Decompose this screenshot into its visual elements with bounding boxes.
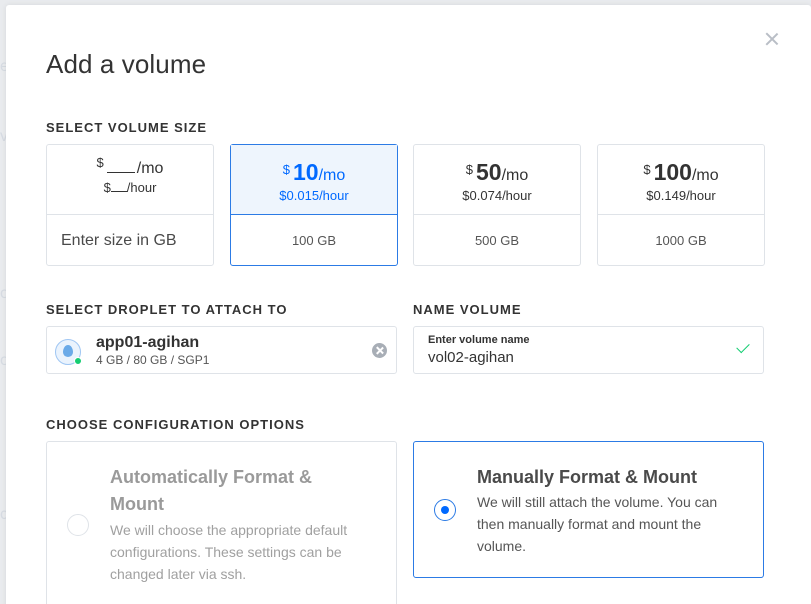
radio-button[interactable] [67,514,89,536]
per-hour-label: /hour [502,188,532,203]
close-icon[interactable] [762,29,782,49]
clear-icon[interactable] [372,343,387,358]
currency-symbol: $ [465,162,473,177]
volume-name-label: Enter volume name [428,334,530,346]
blank-hourly [110,182,127,192]
size-option-1000gb[interactable]: $ 100 /mo $0.149/hour 1000 GB [597,144,765,266]
droplet-spec: 4 GB / 80 GB / SGP1 [96,353,210,367]
per-month-label: /mo [501,167,529,184]
config-option-auto[interactable]: Automatically Format & Mount We will cho… [46,441,397,604]
monthly-price: 10 [292,159,319,185]
hourly-price: $0.074 [462,188,503,203]
monthly-price: 50 [475,159,502,185]
size-option-custom[interactable]: $ /mo $ /hour [46,144,214,266]
option-description: We will still attach the volume. You can… [477,494,718,554]
per-hour-label: /hour [686,188,716,203]
monthly-price: 100 [653,159,692,185]
currency-symbol: $ [282,162,290,177]
blank-amount [106,159,135,173]
radio-button[interactable] [434,499,456,521]
custom-size-input[interactable] [61,231,201,250]
hour-currency: $ [103,180,111,195]
per-hour-label: /hour [126,180,157,195]
currency-symbol: $ [96,155,104,170]
per-month-label: /mo [691,167,719,184]
volume-name-input[interactable] [428,349,718,366]
size-label: 1000 GB [655,233,707,248]
hourly-price: $0.015 [279,188,320,203]
size-label: 100 GB [291,233,337,248]
option-description: We will choose the appropriate default c… [110,522,348,582]
size-label: 500 GB [474,233,520,248]
config-option-manual[interactable]: Manually Format & Mount We will still at… [413,441,764,578]
config-section-label: CHOOSE CONFIGURATION OPTIONS [46,417,305,432]
droplet-icon [55,339,82,365]
droplet-name: app01-agihan [96,334,200,351]
option-title: Automatically Format & Mount [110,467,313,514]
option-title: Manually Format & Mount [477,467,697,487]
per-month-label: /mo [136,160,164,177]
droplet-section-label: SELECT DROPLET TO ATTACH TO [46,302,288,317]
per-hour-label: /hour [319,188,349,203]
size-option-100gb[interactable]: $ 10 /mo $0.015/hour 100 GB [230,144,398,266]
checkmark-icon [736,339,750,354]
per-month-label: /mo [318,167,346,184]
status-dot [74,357,82,365]
droplet-selector[interactable]: app01-agihan 4 GB / 80 GB / SGP1 [46,326,397,374]
size-section-label: SELECT VOLUME SIZE [46,120,208,135]
currency-symbol: $ [643,162,651,177]
size-option-500gb[interactable]: $ 50 /mo $0.074/hour 500 GB [413,144,581,266]
hourly-price: $0.149 [646,188,687,203]
volume-name-field[interactable]: Enter volume name [413,326,764,374]
add-volume-modal: Add a volume SELECT VOLUME SIZE $ /mo $ /… [6,5,811,604]
modal-title: Add a volume [46,49,207,79]
name-section-label: NAME VOLUME [413,302,522,317]
water-drop-icon [63,345,73,357]
